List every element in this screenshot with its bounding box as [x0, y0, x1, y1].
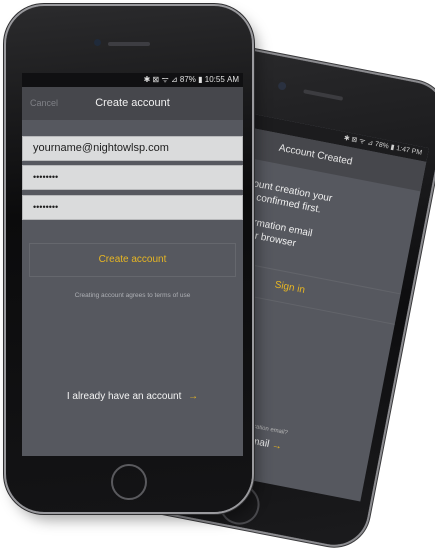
front-camera — [277, 81, 287, 91]
home-button[interactable] — [111, 464, 147, 500]
arrow-right-icon: → — [270, 439, 283, 453]
nav-header: Cancel Create account — [22, 87, 243, 120]
have-account-link[interactable]: I already have an account → — [22, 391, 243, 402]
create-account-button[interactable]: Create account — [29, 243, 236, 277]
terms-of-use-text[interactable]: Creating account agrees to terms of use — [22, 292, 243, 299]
status-bar: ✱ ⊠ ᯤ ⊿ 87% ▮ 10:55 AM — [22, 73, 243, 87]
front-camera — [94, 39, 101, 46]
arrow-right-icon: → — [188, 391, 199, 402]
cancel-button[interactable]: Cancel — [30, 87, 58, 120]
earpiece-speaker — [303, 89, 344, 101]
email-field[interactable]: yourname@nightowlsp.com — [22, 136, 243, 161]
front-phone: ✱ ⊠ ᯤ ⊿ 87% ▮ 10:55 AM Cancel Create acc… — [6, 6, 252, 512]
earpiece-speaker — [108, 42, 150, 46]
create-account-screen: ✱ ⊠ ᯤ ⊿ 87% ▮ 10:55 AM Cancel Create acc… — [22, 73, 243, 456]
password-field[interactable]: •••••••• — [22, 165, 243, 190]
page-title: Create account — [95, 97, 170, 109]
confirm-password-field[interactable]: •••••••• — [22, 195, 243, 220]
have-account-label: I already have an account — [66, 391, 182, 402]
